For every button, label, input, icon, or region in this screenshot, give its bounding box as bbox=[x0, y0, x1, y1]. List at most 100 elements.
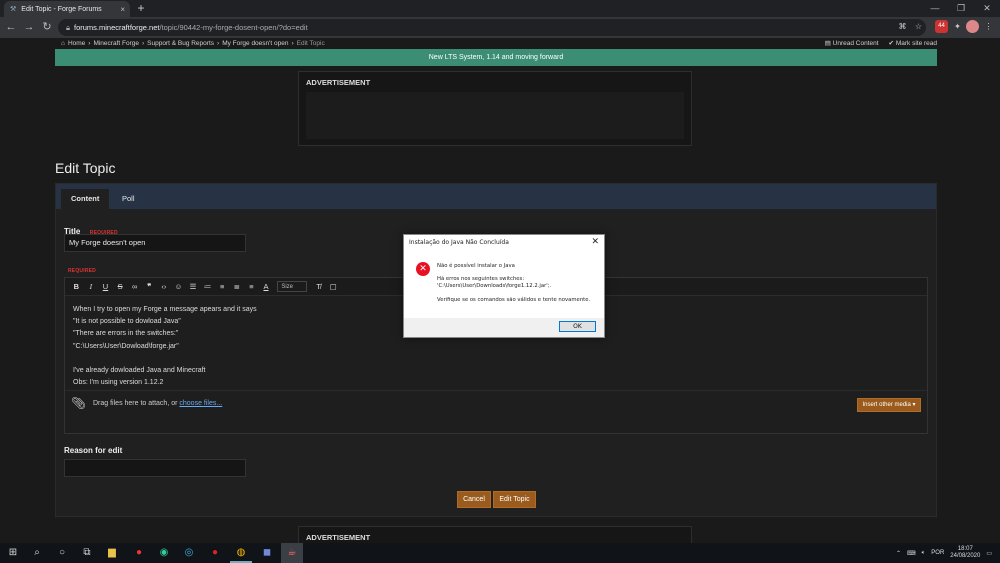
reason-input[interactable] bbox=[64, 459, 246, 477]
attach-area[interactable]: 📎︎ Drag files here to attach, or choose … bbox=[65, 390, 927, 418]
minimize-button[interactable]: — bbox=[922, 0, 948, 17]
search-icon[interactable]: ⌕ bbox=[26, 543, 48, 563]
forward-icon[interactable]: → bbox=[22, 17, 36, 38]
dialog-line: Verifique se os comandos são válidos e t… bbox=[437, 297, 591, 303]
strikethrough-icon[interactable]: S bbox=[113, 282, 128, 291]
font-size-select[interactable]: Size bbox=[277, 281, 308, 292]
discord-icon[interactable]: ◼ bbox=[256, 543, 278, 563]
quote-icon[interactable]: ❞ bbox=[142, 282, 157, 291]
java-installer-icon[interactable]: ☕︎ bbox=[281, 543, 303, 563]
advertisement-bottom: ADVERTISEMENT bbox=[298, 526, 692, 543]
forge-favicon-icon: ⚒ bbox=[10, 6, 17, 13]
code-icon[interactable]: ‹› bbox=[157, 282, 172, 291]
browser-tab[interactable]: ⚒ Edit Topic - Forge Forums × bbox=[4, 1, 130, 17]
tab-poll[interactable]: Poll bbox=[112, 189, 145, 209]
window-controls: — ❐ ✕ bbox=[922, 0, 1000, 17]
clear-format-icon[interactable]: T̸ bbox=[311, 282, 326, 291]
body-line: "C:\Users\User\Dowload\forge.jar" bbox=[73, 342, 179, 350]
unread-icon: ▤ bbox=[824, 40, 833, 47]
volume-icon[interactable]: 🔈︎ bbox=[922, 550, 926, 557]
align-left-icon[interactable]: ≡ bbox=[215, 282, 230, 291]
menu-dots-icon[interactable]: ⋮ bbox=[982, 20, 995, 33]
home-icon: ⌂ bbox=[61, 40, 65, 47]
form-tabs: Content Poll bbox=[56, 184, 936, 209]
translate-icon[interactable]: ⌘ bbox=[896, 20, 909, 33]
reload-icon[interactable]: ↻ bbox=[40, 17, 54, 38]
announcement-banner[interactable]: New LTS System, 1.14 and moving forward bbox=[55, 49, 937, 66]
align-center-icon[interactable]: ≣ bbox=[230, 282, 245, 291]
url-host: forums.minecraftforge.net bbox=[74, 23, 160, 32]
body-required-badge: REQUIRED bbox=[68, 268, 96, 274]
system-tray: ⌃ ⌨ 🔈︎ POR 18:07 24/08/2020 ▭ bbox=[896, 543, 1000, 563]
cancel-button[interactable]: Cancel bbox=[457, 491, 491, 508]
address-bar[interactable]: 🔒︎ forums.minecraftforge.net/topic/90442-… bbox=[58, 19, 926, 36]
emoji-icon[interactable]: ☺ bbox=[171, 282, 186, 291]
numbered-list-icon[interactable]: ≔ bbox=[200, 282, 215, 291]
body-line: Obs: I'm using version 1.12.2 bbox=[73, 379, 164, 387]
tab-content[interactable]: Content bbox=[61, 189, 110, 209]
body-line: "There are errors in the switches:" bbox=[73, 330, 179, 338]
tab-title: Edit Topic - Forge Forums bbox=[21, 5, 102, 13]
source-icon[interactable]: ▢ bbox=[326, 282, 341, 291]
advertisement-slot bbox=[306, 92, 684, 139]
reason-label: Reason for edit bbox=[64, 446, 123, 455]
text-color-icon[interactable]: A bbox=[259, 282, 274, 291]
breadcrumb-topic[interactable]: My Forge doesn't open bbox=[222, 40, 288, 47]
tray-expand-icon[interactable]: ⌃ bbox=[896, 550, 901, 557]
breadcrumb-home[interactable]: Home bbox=[68, 40, 85, 47]
clock-date: 24/08/2020 bbox=[950, 553, 981, 559]
new-tab-button[interactable]: + bbox=[135, 1, 147, 15]
file-explorer-icon[interactable]: ▆ bbox=[101, 543, 123, 563]
title-input[interactable]: My Forge doesn't open bbox=[64, 234, 246, 252]
profile-avatar[interactable] bbox=[966, 20, 979, 33]
choose-files-link[interactable]: choose files... bbox=[179, 400, 222, 407]
browser-toolbar: ← → ↻ 🔒︎ forums.minecraftforge.net/topic/… bbox=[0, 17, 1000, 38]
app-red-circle-icon[interactable]: ● bbox=[204, 543, 226, 563]
clock-time: 18:07 bbox=[957, 546, 973, 552]
align-right-icon[interactable]: ≡ bbox=[244, 282, 259, 291]
extensions-puzzle-icon[interactable]: ✦ bbox=[951, 20, 964, 33]
back-icon[interactable]: ← bbox=[4, 17, 18, 38]
bold-icon[interactable]: B bbox=[69, 282, 84, 291]
check-icon: ✔ bbox=[888, 40, 896, 47]
editor-body[interactable]: When I try to open my Forge a message ap… bbox=[73, 304, 257, 389]
maximize-button[interactable]: ❐ bbox=[948, 0, 974, 17]
bullet-list-icon[interactable]: ☰ bbox=[186, 282, 201, 291]
app-green-icon[interactable]: ◉ bbox=[153, 543, 175, 563]
browser-tab-bar: ⚒ Edit Topic - Forge Forums × + — ❐ ✕ bbox=[0, 0, 1000, 17]
body-line bbox=[73, 353, 257, 365]
dialog-title: Instalação do Java Não Concluída bbox=[409, 239, 509, 246]
italic-icon[interactable]: I bbox=[84, 282, 99, 291]
cortana-icon[interactable]: ○ bbox=[51, 543, 73, 563]
extension-badge-icon[interactable]: 44 bbox=[935, 20, 948, 33]
clock[interactable]: 18:07 24/08/2020 bbox=[950, 546, 980, 560]
underline-icon[interactable]: U bbox=[98, 282, 113, 291]
body-line: When I try to open my Forge a message ap… bbox=[73, 306, 257, 313]
ok-button[interactable]: OK bbox=[559, 321, 596, 332]
breadcrumb-support[interactable]: Support & Bug Reports bbox=[147, 40, 214, 47]
language-indicator[interactable]: POR bbox=[931, 550, 944, 556]
advertisement-top: ADVERTISEMENT bbox=[298, 71, 692, 146]
body-line: I've already dowloaded Java and Minecraf… bbox=[73, 366, 206, 374]
error-icon: ✕ bbox=[416, 262, 430, 276]
bookmark-star-icon[interactable]: ☆ bbox=[912, 20, 925, 33]
tab-close-icon[interactable]: × bbox=[120, 5, 125, 14]
breadcrumb-minecraft-forge[interactable]: Minecraft Forge bbox=[93, 40, 139, 47]
insert-media-button[interactable]: Insert other media ▾ bbox=[857, 398, 921, 412]
windows-start-icon[interactable]: ⊞ bbox=[2, 543, 24, 563]
edit-topic-submit-button[interactable]: Edit Topic bbox=[493, 491, 536, 508]
breadcrumb-separator: › bbox=[217, 40, 220, 47]
app-red-icon[interactable]: ● bbox=[128, 543, 150, 563]
body-line: "It is not possible to dowload Java" bbox=[73, 318, 181, 326]
close-window-button[interactable]: ✕ bbox=[974, 0, 1000, 17]
breadcrumb-current: Edit Topic bbox=[296, 40, 325, 47]
chrome-icon[interactable]: ◍ bbox=[230, 543, 252, 563]
url-path: /topic/90442-my-forge-dosent-open/?do=ed… bbox=[159, 23, 308, 32]
dialog-close-icon[interactable]: ✕ bbox=[591, 235, 599, 250]
network-icon[interactable]: ⌨ bbox=[907, 550, 916, 557]
app-blue-icon[interactable]: ◎ bbox=[178, 543, 200, 563]
breadcrumb-separator: › bbox=[291, 40, 294, 47]
task-view-icon[interactable]: ⧉ bbox=[76, 543, 98, 563]
link-icon[interactable]: ∞ bbox=[127, 282, 142, 291]
notifications-icon[interactable]: ▭ bbox=[986, 550, 992, 557]
